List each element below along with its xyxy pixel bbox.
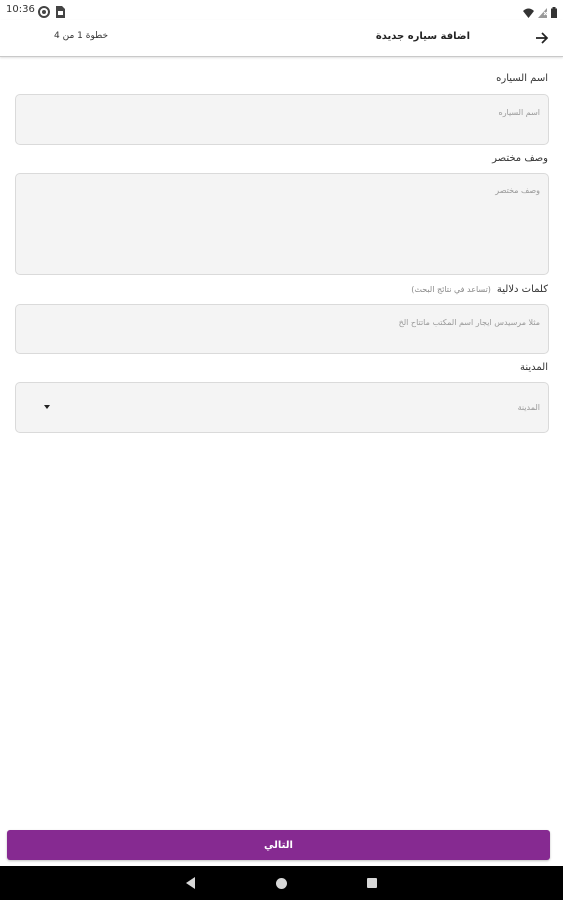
status-bar: 10:36: [0, 0, 563, 20]
short-description-textarea[interactable]: وصف مختصر: [15, 173, 549, 275]
system-nav-bar: [0, 866, 563, 900]
arrow-right-icon: [535, 29, 549, 48]
dropdown-arrow-icon: [44, 405, 50, 409]
home-circle-icon[interactable]: [276, 878, 287, 889]
city-placeholder: المدينة: [517, 403, 540, 412]
city-select[interactable]: المدينة: [15, 382, 549, 433]
next-button-label: التالي: [264, 839, 293, 851]
back-button[interactable]: [531, 28, 553, 48]
status-time: 10:36: [6, 4, 35, 15]
car-name-placeholder: اسم السياره: [498, 108, 541, 117]
next-button[interactable]: التالي: [7, 830, 550, 860]
short-description-label: وصف مختصر: [492, 153, 548, 164]
page-title: اضافة سياره جديدة: [375, 31, 470, 42]
keywords-label-text: كلمات دلالية: [496, 284, 548, 295]
recents-square-icon[interactable]: [367, 878, 377, 888]
back-triangle-icon[interactable]: [186, 877, 195, 889]
keywords-input[interactable]: مثلا مرسيدس ايجار اسم المكتب ماتتاح الخ: [15, 304, 549, 354]
car-name-input[interactable]: اسم السياره: [15, 94, 549, 145]
keywords-placeholder: مثلا مرسيدس ايجار اسم المكتب ماتتاح الخ: [398, 318, 540, 327]
city-label: المدينة: [519, 362, 548, 373]
keywords-label: كلمات دلالية (تساعد في نتائج البحث): [411, 284, 548, 295]
short-description-placeholder: وصف مختصر: [495, 186, 540, 195]
app-bar: اضافة سياره جديدة خطوة 1 من 4: [0, 20, 563, 57]
keywords-hint: (تساعد في نتائج البحث): [411, 285, 491, 294]
car-name-label: اسم السياره: [496, 73, 548, 84]
step-indicator: خطوة 1 من 4: [54, 31, 109, 41]
